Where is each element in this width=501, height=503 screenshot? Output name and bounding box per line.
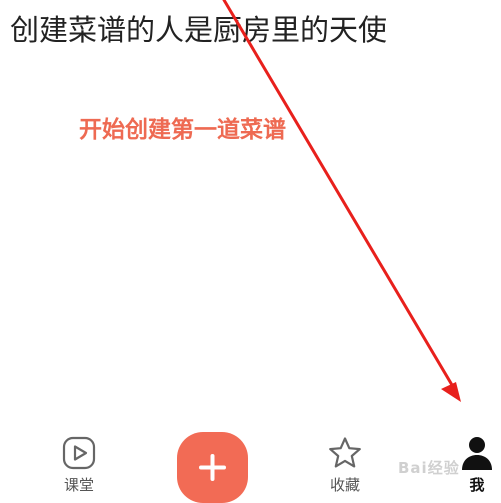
create-first-recipe-link[interactable]: 开始创建第一道菜谱 bbox=[79, 115, 286, 145]
tab-favorites-label: 收藏 bbox=[329, 476, 360, 494]
annotation-arrow bbox=[222, 0, 461, 402]
watermark: Bai经验 bbox=[398, 459, 460, 477]
tab-class[interactable]: 课堂 bbox=[54, 436, 104, 494]
user-icon bbox=[462, 437, 492, 470]
star-icon bbox=[329, 437, 361, 468]
plus-icon bbox=[199, 454, 226, 481]
tab-me-label: 我 bbox=[469, 476, 485, 494]
tab-class-label: 课堂 bbox=[63, 476, 94, 494]
play-video-icon bbox=[62, 436, 96, 470]
add-recipe-button[interactable] bbox=[177, 432, 248, 503]
page-headline: 创建菜谱的人是厨房里的天使 bbox=[10, 13, 388, 47]
tab-favorites[interactable]: 收藏 bbox=[320, 436, 370, 494]
